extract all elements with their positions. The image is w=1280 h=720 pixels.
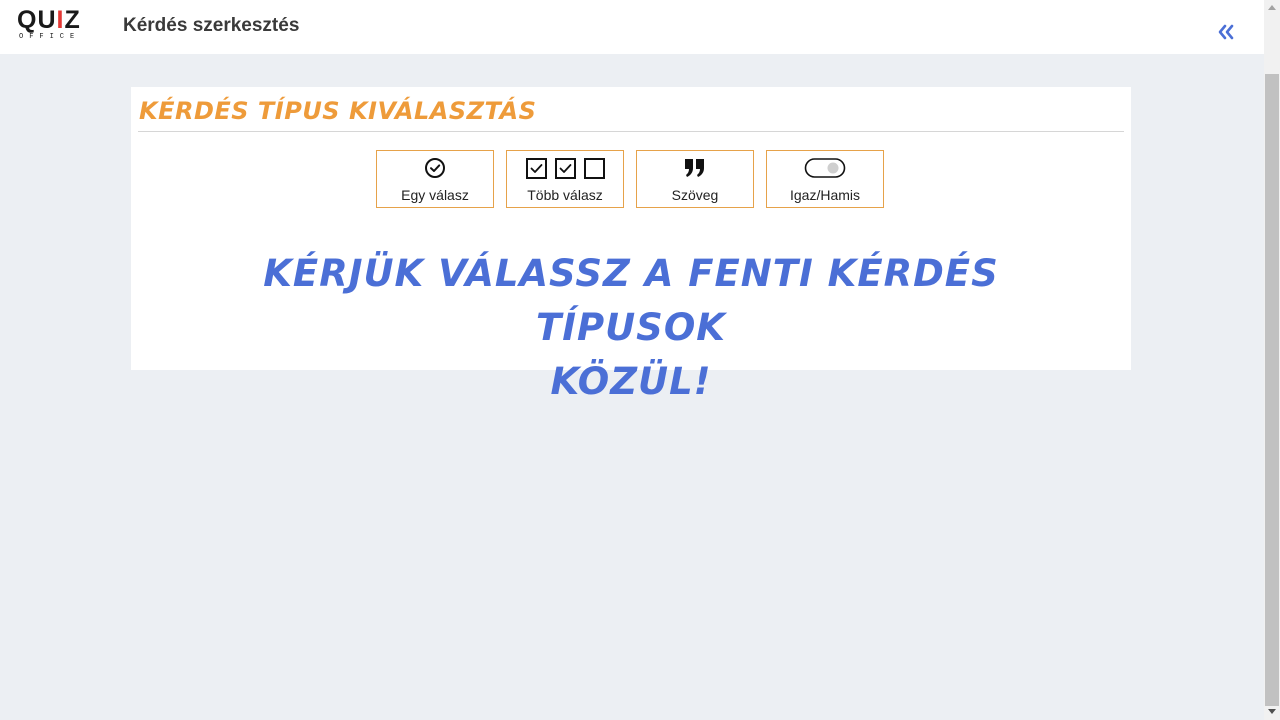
type-single-answer-button[interactable]: Egy válasz	[376, 150, 494, 208]
logo-word: Q U I Z	[17, 7, 101, 33]
type-multiple-answer-button[interactable]: Több válasz	[506, 150, 624, 208]
type-label: Szöveg	[671, 187, 719, 203]
check-circle-icon	[425, 158, 445, 178]
type-text-button[interactable]: Szöveg	[636, 150, 754, 208]
type-label: Egy válasz	[401, 187, 469, 203]
empty-checkbox-icon	[583, 157, 605, 179]
divider	[138, 131, 1124, 132]
checkbox-group-icon	[507, 157, 623, 179]
checked-checkbox-icon	[554, 157, 576, 179]
prompt-line: KÖZÜL!	[550, 360, 712, 403]
page-title: Kérdés szerkesztés	[123, 15, 300, 36]
type-label: Igaz/Hamis	[789, 187, 861, 203]
toggle-icon	[804, 158, 846, 178]
question-type-card: KÉRDÉS TÍPUS KIVÁLASZTÁS Egy válasz Több…	[131, 87, 1131, 403]
logo-letter-u: U	[37, 6, 57, 34]
collapse-sidebar-button[interactable]	[1214, 20, 1240, 44]
prompt-line: KÉRJÜK VÁLASSZ A FENTI KÉRDÉS TÍPUSOK	[263, 252, 999, 349]
quiz-office-logo[interactable]: Q U I Z OFFICE	[17, 7, 101, 45]
logo-letter-z: Z	[64, 6, 81, 34]
logo-letter-q: Q	[17, 6, 38, 34]
scroll-down-arrow-icon[interactable]	[1268, 709, 1276, 714]
scroll-up-arrow-icon[interactable]	[1268, 5, 1276, 10]
top-bar: Q U I Z OFFICE Kérdés szerkesztés	[0, 0, 1264, 54]
card-title: KÉRDÉS TÍPUS KIVÁLASZTÁS	[139, 97, 537, 125]
scrollbar-thumb[interactable]	[1265, 74, 1279, 706]
double-chevron-left-icon	[1218, 24, 1234, 40]
quote-icon	[685, 159, 704, 177]
logo-letter-i: I	[56, 6, 65, 34]
type-label: Több válasz	[527, 187, 603, 203]
select-type-prompt: KÉRJÜK VÁLASSZ A FENTI KÉRDÉS TÍPUSOK KÖ…	[181, 247, 1081, 409]
logo-subtitle: OFFICE	[19, 33, 81, 41]
type-true-false-button[interactable]: Igaz/Hamis	[766, 150, 884, 208]
checked-checkbox-icon	[525, 157, 547, 179]
